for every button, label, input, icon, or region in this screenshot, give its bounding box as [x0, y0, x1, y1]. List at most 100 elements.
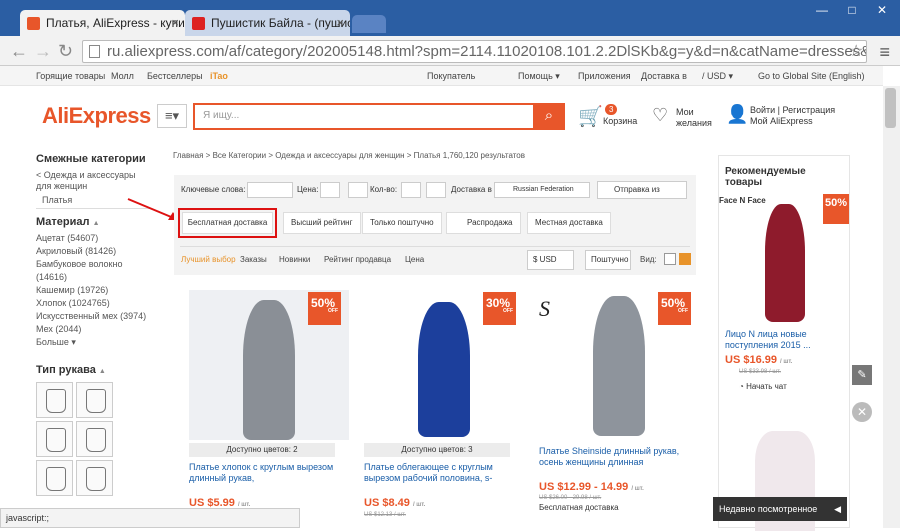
recommended-title: Рекомендуемые товары	[725, 166, 806, 188]
tab-aliexpress[interactable]: Платья, AliExpress - купить ×	[20, 10, 185, 36]
top-rated-button[interactable]: Высший рейтинг	[283, 212, 361, 234]
grid-view-icon[interactable]	[679, 253, 691, 265]
old-price: US $26.00 - 29.98 / шт.	[539, 495, 602, 501]
product-image[interactable]: S 50% OFF	[539, 290, 699, 440]
sort-best-match[interactable]: Лучший выбор	[181, 255, 236, 264]
sort-seller-rating[interactable]: Рейтинг продавца	[324, 255, 391, 264]
buyer-protection-link[interactable]: Покупатель	[427, 71, 475, 81]
ship-to-menu[interactable]: Доставка в	[641, 71, 687, 81]
product-image[interactable]: 50% OFF	[189, 290, 349, 440]
bestsellers-link[interactable]: Бестселлеры	[147, 71, 203, 81]
sort-orders[interactable]: Заказы	[240, 255, 267, 264]
price-min-input[interactable]	[320, 182, 340, 198]
product-card[interactable]: 30% OFF	[364, 290, 524, 440]
heart-icon[interactable]: ♡	[652, 105, 668, 126]
maximize-icon[interactable]: □	[840, 3, 864, 17]
user-icon[interactable]: 👤	[726, 104, 748, 125]
free-shipping-button[interactable]: Бесплатная доставка	[182, 212, 273, 234]
qty-min-input[interactable]	[401, 182, 421, 198]
product-title-link[interactable]: Платье хлопок с круглым вырезом длинный …	[189, 462, 334, 484]
cart-icon[interactable]: 🛒	[578, 104, 603, 129]
material-list: Ацетат (54607) Акриловый (81426) Бамбуко…	[36, 232, 154, 349]
sleeve-option-icon[interactable]	[76, 460, 113, 496]
sort-newest[interactable]: Новинки	[279, 255, 310, 264]
sleeve-option-icon[interactable]	[36, 421, 73, 457]
material-item[interactable]: Искусственный мех (3974)	[36, 310, 154, 323]
close-tab-icon[interactable]: ×	[171, 15, 179, 30]
product-title-link[interactable]: Платье облегающее с круглым вырезом рабо…	[364, 462, 509, 484]
close-circle-icon[interactable]: ✕	[852, 402, 872, 422]
expand-icon[interactable]: ◀	[834, 504, 841, 515]
collapse-icon[interactable]: ▲	[99, 368, 106, 375]
material-item[interactable]: Кашемир (19726)	[36, 284, 154, 297]
keywords-input[interactable]	[247, 182, 293, 198]
discount-badge: 50% OFF	[658, 292, 691, 325]
price-max-input[interactable]	[348, 182, 368, 198]
local-shipping-button[interactable]: Местная доставка	[527, 212, 611, 234]
start-chat-link[interactable]: ◔ Начать чат	[739, 382, 787, 391]
close-tab-icon[interactable]: ×	[336, 15, 344, 30]
mall-link[interactable]: Молл	[111, 71, 134, 81]
product-image[interactable]: 30% OFF	[364, 290, 524, 440]
discount-badge: 30% OFF	[483, 292, 516, 325]
divider	[180, 246, 690, 247]
bookmark-star-icon[interactable]: ☆	[849, 41, 863, 61]
currency-select[interactable]: $ USD	[527, 250, 574, 270]
global-site-link[interactable]: Go to Global Site (English)	[758, 71, 865, 81]
current-category[interactable]: Платья	[42, 195, 72, 205]
forward-arrow-icon[interactable]: →	[34, 41, 52, 62]
aliexpress-favicon-icon	[27, 17, 40, 30]
material-item[interactable]: Бамбуковое волокно (14616)	[36, 258, 154, 284]
reload-icon[interactable]: ↻	[58, 41, 73, 62]
scrollbar-thumb[interactable]	[885, 88, 896, 128]
product-card[interactable]: 50% OFF	[189, 290, 349, 440]
sleeve-option-icon[interactable]	[76, 421, 113, 457]
list-view-icon[interactable]	[664, 253, 676, 265]
material-item[interactable]: Ацетат (54607)	[36, 232, 154, 245]
dress-image	[418, 302, 470, 437]
currency-menu[interactable]: / USD ▾	[702, 71, 733, 82]
recently-viewed-bar[interactable]: Недавно посмотренное ◀	[713, 497, 847, 521]
single-piece-button[interactable]: Только поштучно	[362, 212, 442, 234]
tab-second[interactable]: Пушистик Байла - (пушистик×	[185, 10, 350, 36]
edit-pencil-icon[interactable]: ✎	[852, 365, 872, 385]
product-title-link[interactable]: Платье Sheinside длинный рукав, осень же…	[539, 446, 684, 468]
hot-deals-link[interactable]: Горящие товары	[36, 71, 105, 81]
qty-max-input[interactable]	[426, 182, 446, 198]
product-card[interactable]: S 50% OFF	[539, 290, 699, 440]
new-tab-button[interactable]	[352, 15, 386, 33]
ship-from-select[interactable]: Отправка из	[597, 181, 687, 199]
sort-price[interactable]: Цена	[405, 255, 424, 264]
apps-link[interactable]: Приложения	[578, 71, 631, 81]
aliexpress-logo[interactable]: AliExpress	[42, 103, 151, 129]
cart-link[interactable]: Корзина	[603, 116, 637, 126]
material-item[interactable]: Акриловый (81426)	[36, 245, 154, 258]
categories-menu-icon[interactable]: ≡▾	[157, 104, 187, 128]
help-menu[interactable]: Помощь ▾	[518, 71, 560, 82]
more-materials-link[interactable]: Больше ▾	[36, 336, 154, 349]
ship-to-label: Доставка в	[451, 185, 492, 194]
collapse-icon[interactable]: ▲	[93, 220, 100, 227]
ship-to-select[interactable]: Russian Federation	[494, 182, 590, 198]
account-links[interactable]: Войти | Регистрация Мой AliExpress	[750, 105, 835, 127]
page-scrollbar[interactable]	[883, 86, 900, 528]
material-item[interactable]: Хлопок (1024765)	[36, 297, 154, 310]
unit-select[interactable]: Поштучно	[585, 250, 631, 270]
itao-link[interactable]: iTao	[210, 71, 228, 81]
sleeve-option-icon[interactable]	[76, 382, 113, 418]
sale-button[interactable]: Распродажа	[446, 212, 521, 234]
sleeve-option-icon[interactable]	[36, 382, 73, 418]
search-icon[interactable]: ⌕	[533, 103, 565, 130]
recommended-title-link[interactable]: Лицо N лица новые поступления 2015 ...	[725, 329, 845, 351]
address-bar[interactable]: ru.aliexpress.com/af/category/202005148.…	[82, 40, 867, 63]
sleeve-option-icon[interactable]	[36, 460, 73, 496]
browser-menu-icon[interactable]: ≡	[879, 42, 890, 63]
parent-category-link[interactable]: < Одежда и аксессуары для женщин	[36, 170, 151, 192]
wishlist-link[interactable]: Мои желания	[676, 107, 716, 129]
back-arrow-icon[interactable]: ←	[10, 41, 28, 62]
close-window-icon[interactable]: ✕	[870, 3, 894, 17]
search-input[interactable]: Я ищу...	[193, 103, 533, 130]
dress-image[interactable]	[765, 204, 805, 322]
minimize-icon[interactable]: —	[810, 3, 834, 17]
material-item[interactable]: Мех (2044)	[36, 323, 154, 336]
